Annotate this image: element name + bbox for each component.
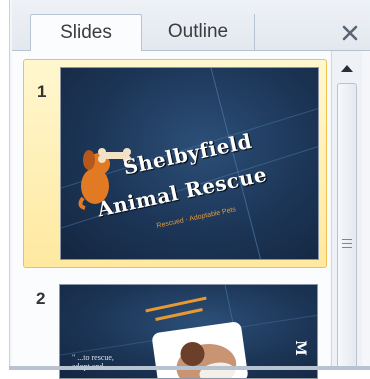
pane-tab-strip: Slides Outline	[12, 0, 370, 51]
tab-slides-label: Slides	[60, 22, 112, 43]
triangle-up-icon	[341, 65, 353, 72]
scroll-thumb[interactable]	[337, 83, 357, 370]
tab-slides[interactable]: Slides	[30, 14, 142, 51]
slide-number: 1	[37, 82, 47, 101]
scroll-up-button[interactable]	[336, 57, 358, 79]
scroll-grip-icon	[342, 239, 352, 251]
slide-thumbnail-list: 1 Shelbyfield Animal Rescue Rescued · Ad…	[12, 51, 330, 379]
tab-outline-label: Outline	[167, 21, 229, 42]
slide-thumbnail-1[interactable]: 1 Shelbyfield Animal Rescue Rescued · Ad…	[23, 59, 327, 268]
slide-number: 2	[36, 289, 46, 308]
tab-outline[interactable]: Outline	[142, 14, 255, 50]
slide-quote-line-1: " ...to rescue,	[72, 353, 114, 362]
close-icon	[342, 25, 358, 41]
pane-bottom-border	[9, 366, 370, 370]
close-pane-button[interactable]	[336, 19, 364, 47]
slide-preview: " ...to rescue, adopt and M	[59, 284, 318, 379]
vertical-scrollbar[interactable]	[331, 51, 362, 370]
slide-side-mark: M	[291, 340, 308, 356]
slide-thumbnail-2[interactable]: 2 " ...to rescue, adopt and M	[23, 279, 327, 379]
slide-preview: Shelbyfield Animal Rescue Rescued · Adop…	[60, 67, 319, 260]
